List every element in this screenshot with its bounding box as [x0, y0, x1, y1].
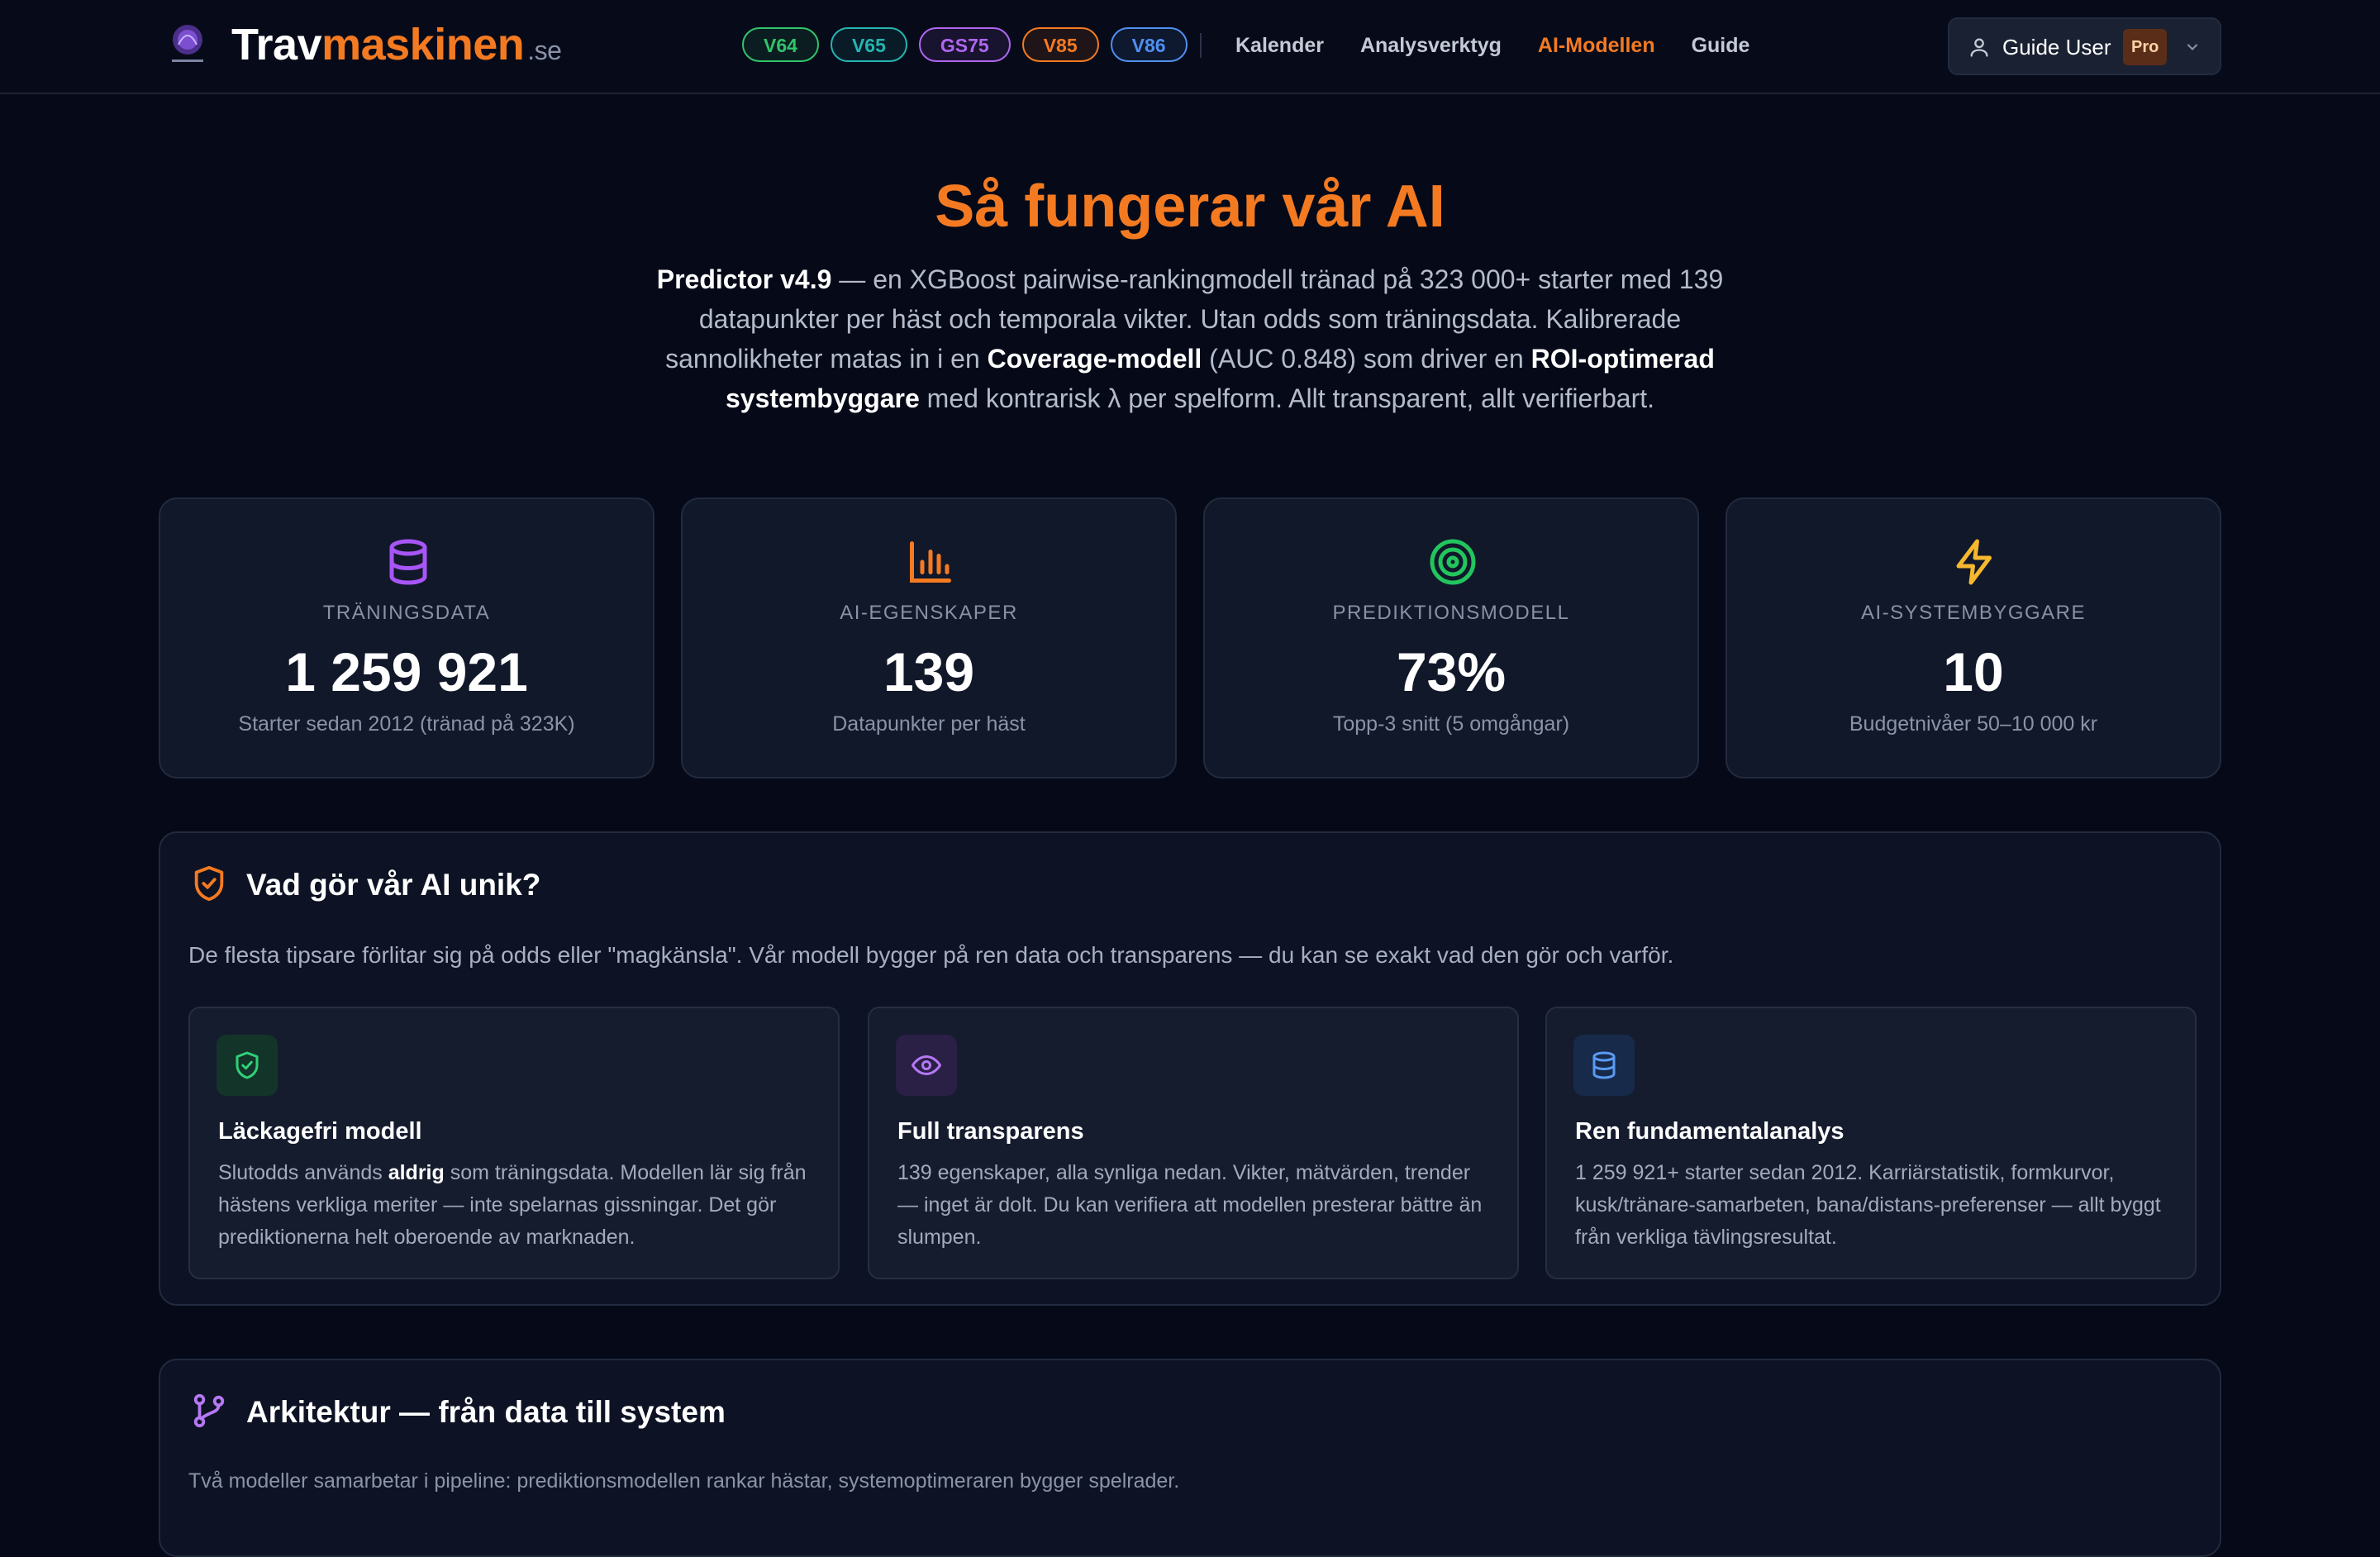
- nav-link-guide[interactable]: Guide: [1692, 30, 1750, 61]
- database-icon: [389, 539, 427, 585]
- brand-name-part1: Trav: [231, 20, 322, 69]
- hero-desc-text-3: med kontrarisk λ per spelform. Allt tran…: [919, 383, 1654, 413]
- user-icon: [1970, 38, 1988, 57]
- nav-link-analysverktyg[interactable]: Analysverktyg: [1360, 30, 1502, 61]
- feature-title: Ren fundamentalanalys: [1575, 1118, 1844, 1145]
- stat-card-training-data: TRÄNINGSDATA 1 259 921 Starter sedan 201…: [159, 498, 654, 778]
- stat-value: 73%: [1396, 641, 1507, 702]
- stat-label: TRÄNINGSDATA: [322, 602, 491, 624]
- hero-desc-bold-1: Predictor v4.9: [656, 264, 832, 294]
- bar-chart-icon: [910, 541, 951, 583]
- main-nav: Kalender Analysverktyg AI-Modellen Guide: [1235, 30, 1749, 61]
- stat-label: AI-SYSTEMBYGGARE: [1860, 602, 2087, 624]
- stat-card-ai-features: AI-EGENSKAPER 139 Datapunkter per häst: [681, 498, 1177, 778]
- feature-card-fundamental-analysis: Ren fundamentalanalys 1 259 921+ starter…: [1545, 1007, 2197, 1279]
- feature-text: Slutodds används aldrig som träningsdata…: [218, 1157, 813, 1254]
- brand-name-part2: maskinen: [321, 20, 525, 69]
- top-navigation-bar: Travmaskinen .se V64 V65 GS75 V85 V86 Kal…: [0, 0, 2380, 94]
- feature-icon-box: [1573, 1035, 1635, 1096]
- stat-value: 139: [883, 641, 975, 702]
- logo-icon[interactable]: [167, 21, 208, 68]
- stat-subtext: Datapunkter per häst: [832, 712, 1026, 736]
- pill-v85[interactable]: V85: [1021, 27, 1099, 62]
- target-icon: [1430, 539, 1476, 585]
- section-title: Arkitektur — från data till system: [246, 1395, 726, 1429]
- nav-link-ai-modellen[interactable]: AI-Modellen: [1538, 30, 1655, 61]
- pill-v65[interactable]: V65: [830, 27, 907, 62]
- pill-v64[interactable]: V64: [742, 27, 819, 62]
- brand-logo[interactable]: Travmaskinen .se: [231, 18, 562, 77]
- stat-card-ai-system-builder: AI-SYSTEMBYGGARE 10 Budgetnivåer 50–10 0…: [1726, 498, 2221, 778]
- stat-label: AI-EGENSKAPER: [840, 602, 1018, 624]
- stat-label: PREDIKTIONSMODELL: [1332, 602, 1570, 624]
- nav-divider: [1200, 33, 1202, 58]
- feature-icon-box: [896, 1035, 957, 1096]
- database-icon: [1592, 1051, 1616, 1079]
- plan-badge: Pro: [2123, 29, 2168, 65]
- user-menu-button[interactable]: Guide User Pro: [1948, 17, 2221, 75]
- stat-value: 1 259 921: [285, 641, 528, 702]
- section-description: Två modeller samarbetar i pipeline: pred…: [188, 1469, 1180, 1493]
- feature-card-leakage-free: Läckagefri modell Slutodds används aldri…: [188, 1007, 840, 1279]
- feature-icon-box: [217, 1035, 278, 1096]
- stat-value: 10: [1943, 641, 2004, 702]
- shield-check-icon: [236, 1051, 259, 1079]
- git-branch-icon: [193, 1393, 225, 1428]
- game-type-pills: V64 V65 GS75 V85 V86: [742, 27, 1188, 62]
- feature-card-full-transparency: Full transparens 139 egenskaper, alla sy…: [868, 1007, 1519, 1279]
- shield-check-icon: [194, 865, 224, 902]
- feature-text-bold: aldrig: [388, 1161, 445, 1184]
- feature-text: 139 egenskaper, alla synliga nedan. Vikt…: [897, 1161, 1483, 1249]
- section-title: Vad gör vår AI unik?: [246, 868, 541, 902]
- feature-title: Läckagefri modell: [218, 1118, 422, 1145]
- unique-section: Vad gör vår AI unik? De flesta tipsare f…: [159, 831, 2221, 1306]
- feature-text-part: Slutodds används: [218, 1161, 388, 1184]
- feature-text: 1 259 921+ starter sedan 2012. Karriärst…: [1575, 1161, 2161, 1249]
- section-description: De flesta tipsare förlitar sig på odds e…: [188, 942, 1674, 968]
- hero-desc-bold-2: Coverage-modell: [987, 344, 1202, 374]
- chevron-down-icon: [2187, 44, 2198, 50]
- lightning-icon: [1956, 539, 1992, 585]
- pill-v86[interactable]: V86: [1110, 27, 1188, 62]
- eye-icon: [912, 1055, 941, 1075]
- pill-gs75[interactable]: GS75: [918, 27, 1011, 62]
- stat-subtext: Topp-3 snitt (5 omgångar): [1332, 712, 1570, 736]
- stats-row: TRÄNINGSDATA 1 259 921 Starter sedan 201…: [159, 498, 2221, 778]
- nav-link-kalender[interactable]: Kalender: [1235, 30, 1324, 61]
- hero-description: Predictor v4.9 — en XGBoost pairwise-ran…: [628, 260, 1752, 418]
- hero-desc-text-2: (AUC 0.848) som driver en: [1202, 344, 1531, 374]
- brand-tld: .se: [527, 36, 562, 65]
- user-name: Guide User: [2002, 35, 2111, 60]
- architecture-section: Arkitektur — från data till system Två m…: [159, 1359, 2221, 1557]
- stat-subtext: Budgetnivåer 50–10 000 kr: [1849, 712, 2098, 736]
- stat-card-prediction-model: PREDIKTIONSMODELL 73% Topp-3 snitt (5 om…: [1203, 498, 1699, 778]
- page-title: Så fungerar vår AI: [935, 174, 1445, 240]
- stat-subtext: Starter sedan 2012 (tränad på 323K): [238, 712, 575, 736]
- feature-title: Full transparens: [897, 1118, 1084, 1145]
